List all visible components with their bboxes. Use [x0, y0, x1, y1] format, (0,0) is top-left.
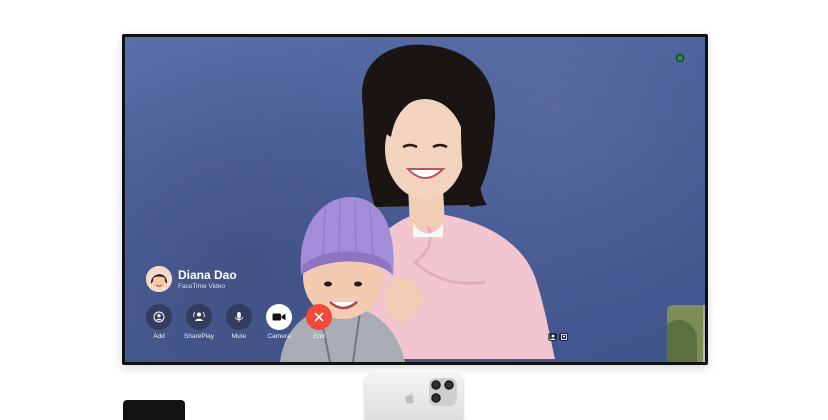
camera-button[interactable]: Camera	[266, 304, 292, 340]
caller-info: Diana Dao FaceTime Video	[146, 266, 237, 292]
add-button[interactable]: Add	[146, 304, 172, 340]
apple-tv-box	[123, 400, 185, 420]
camera-lens-icon	[431, 380, 441, 390]
self-view-pip[interactable]	[667, 305, 705, 362]
main-video-people	[280, 44, 555, 362]
call-type: FaceTime Video	[178, 282, 225, 290]
close-icon	[314, 312, 324, 322]
apple-logo-icon	[405, 392, 414, 404]
camera-lens-icon	[444, 380, 454, 390]
add-person-icon	[153, 311, 165, 323]
iphone-device	[365, 374, 463, 420]
mute-button[interactable]: Mute	[226, 304, 252, 340]
end-button[interactable]: End	[306, 304, 332, 340]
camera-active-indicator	[677, 55, 683, 61]
camera-lens-icon	[431, 393, 441, 403]
microphone-icon	[235, 312, 243, 322]
facetime-video-feed	[125, 37, 705, 362]
pip-controls	[548, 333, 570, 341]
shareplay-button[interactable]: SharePlay	[184, 304, 214, 340]
pip-person	[667, 305, 703, 362]
person-icon[interactable]	[548, 333, 557, 341]
iphone-camera-module	[429, 378, 457, 406]
caller-avatar	[146, 266, 172, 292]
caller-name: Diana Dao	[178, 267, 237, 282]
end-label: End	[313, 333, 325, 340]
shareplay-icon	[193, 311, 205, 321]
video-camera-icon	[272, 313, 286, 321]
portrait-icon[interactable]	[559, 333, 568, 341]
